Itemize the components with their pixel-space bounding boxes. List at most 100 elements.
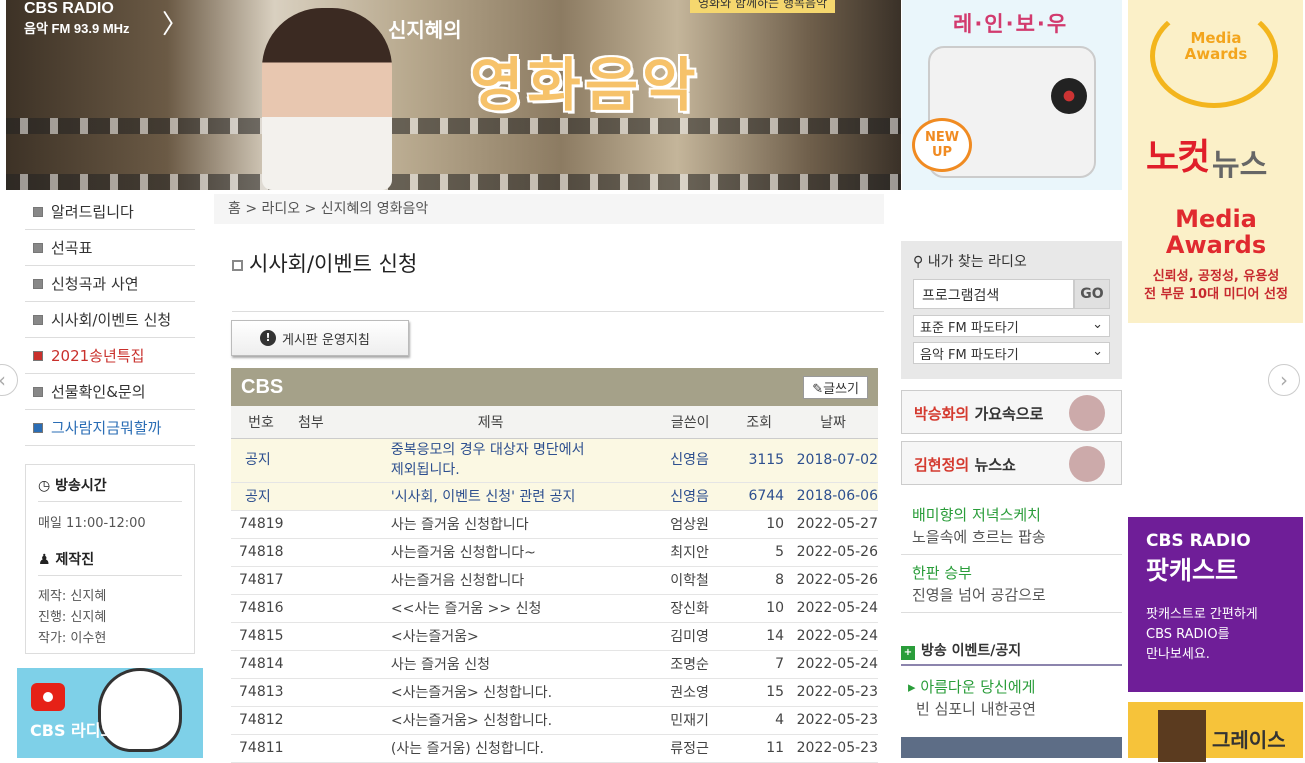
nav-item-gifts[interactable]: 선물확인&문의 [25,374,195,410]
row-date: 2022-05-26 [788,538,878,567]
nav-item-requests[interactable]: 신청곡과 사연 [25,266,195,302]
station-logo[interactable]: CBS RADIO 음악 FM 93.9 MHz [24,0,130,37]
bullet-icon [33,350,43,361]
row-num: 공지 [231,438,291,483]
event-title: ▸ 아름다운 당신에게 [908,676,1036,698]
broadcast-time-value: 매일 11:00-12:00 [38,516,146,531]
podcast-ad[interactable]: CBS RADIO 팟캐스트 팟캐스트로 간편하게 CBS RADIO를 만나보… [1128,517,1303,692]
row-title[interactable]: 중복응모의 경우 대상자 명단에서 제외됩니다. [330,438,651,483]
station-name: CBS RADIO [24,0,114,17]
awards-big-text: Media Awards [1165,205,1267,259]
chevron-right-icon[interactable]: › [1268,364,1300,396]
breadcrumb: 홈 > 라디오 > 신지혜의 영화음악 [214,194,884,224]
event-title-text: 아름다운 당신에게 [920,678,1036,696]
nav-item-notice[interactable]: 알려드립니다 [25,194,195,230]
row-title[interactable]: <사는즐거움> 신청합니다. [330,706,651,735]
divider [901,612,1122,613]
chevron-left-icon[interactable]: ‹ [0,364,18,396]
row-author: 엄상원 [650,510,731,539]
table-row[interactable]: 74815 <사는즐거움> 김미영 14 2022-05-24 [231,622,878,651]
nocut-brand: 노컷 [1146,137,1210,178]
board-guide-button[interactable]: ! 게시판 운영지침 [231,320,409,356]
board-guide-label: 게시판 운영지침 [282,332,370,348]
music-fm-select[interactable]: 음악 FM 파도타기 ⌄ [913,342,1110,364]
table-row[interactable]: 74813 <사는즐거움> 신청합니다. 권소영 15 2022-05-23 [231,678,878,707]
recommend-item[interactable]: 배미향의 저녁스케치 노을속에 흐르는 팝송 [912,504,1117,548]
event-notice-heading: + 방송 이벤트/공지 [901,636,1122,666]
podcast-ad-line: CBS RADIO를 [1146,627,1230,642]
recommend-item[interactable]: 한판 승부 진영을 넘어 공감으로 [912,562,1117,606]
nav-item-label: 선곡표 [51,239,93,257]
host-photo [262,8,392,190]
row-num: 74816 [231,594,291,623]
nav-item-wherenow[interactable]: 그사람지금뭐할까 [25,410,195,446]
column-header: 글쓴이 [650,406,731,439]
awards-sub-line: 신뢰성, 공정성, 유용성 [1152,269,1280,284]
new-up-badge: NEW UP [912,118,972,172]
nav-item-events[interactable]: 시사회/이벤트 신청 [25,302,195,338]
program-banner-gayo[interactable]: 박승화의 가요속으로 [901,390,1122,434]
nav-item-label: 그사람지금뭐할까 [51,419,162,437]
row-title[interactable]: <<사는 즐거움 >> 신청 [330,594,651,623]
write-button[interactable]: ✎글쓰기 [803,375,868,399]
row-author: 조명순 [650,650,731,679]
row-title[interactable]: 사는즐거음 신청합니다 [330,566,651,595]
left-nav: 알려드립니다 선곡표 신청곡과 사연 시사회/이벤트 신청 2021송년특집 선… [25,194,195,446]
notice-row[interactable]: 공지 '시사회, 이벤트 신청' 관련 공지 신영음 6744 2018-06-… [231,482,878,511]
recommend-title: 배미향의 저녁스케치 [912,506,1041,524]
host-photo [1069,395,1105,431]
table-row[interactable]: 74817 사는즐거음 신청합니다 이학철 8 2022-05-26 [231,566,878,595]
row-attach [290,622,331,651]
table-row[interactable]: 74819 사는 즐거움 신청합니다 엄상원 10 2022-05-27 [231,510,878,539]
radio-search-box: ⚲ 내가 찾는 라디오 프로그램검색 GO 표준 FM 파도타기 ⌄ 음악 FM … [901,241,1122,379]
chevron-down-icon: ⌄ [1092,317,1103,332]
row-attach [290,482,331,511]
row-views: 10 [730,594,789,623]
triangle-right-icon: ▸ [908,678,921,696]
event-image[interactable] [901,737,1122,758]
bullet-icon [33,242,43,253]
broadcast-info-box: ◷ 방송시간 매일 11:00-12:00 ♟ 제작진 제작: 신지혜 진행: … [25,464,195,654]
row-date: 2018-07-02 [788,438,878,483]
row-date: 2022-05-23 [788,678,878,707]
row-views: 10 [730,510,789,539]
row-title[interactable]: <사는즐거움> 신청합니다. [330,678,651,707]
program-search-input[interactable]: 프로그램검색 [913,279,1074,309]
row-title[interactable]: 사는 즐거움 신청 [330,650,651,679]
row-title[interactable]: '시사회, 이벤트 신청' 관련 공지 [330,482,651,511]
grace-ad-text: 그레이스 [1212,728,1286,752]
film-strip [6,118,901,134]
row-title[interactable]: 사는 즐거움 신청합니다 [330,510,651,539]
nav-item-yearend[interactable]: 2021송년특집 [25,338,195,374]
nocut-news-brand: 뉴스 [1212,148,1268,183]
staff-line: 작가: 이수현 [38,631,107,646]
program-host: 박승화의 [914,405,970,423]
standard-fm-select[interactable]: 표준 FM 파도타기 ⌄ [913,315,1110,337]
staff-heading: 제작진 [55,552,95,568]
nav-item-playlist[interactable]: 선곡표 [25,230,195,266]
search-row: 프로그램검색 GO [913,279,1110,309]
program-banner-news[interactable]: 김현정의 뉴스쇼 [901,441,1122,485]
grace-ad[interactable]: 그레이스 [1128,702,1303,762]
search-go-button[interactable]: GO [1074,279,1110,309]
recommend-sub: 진영을 넘어 공감으로 [912,586,1046,604]
plus-icon: + [901,646,915,660]
bullet-icon [33,386,43,397]
chevron-right-icon[interactable]: 〉 [162,4,188,41]
staff-line: 진행: 신지혜 [38,610,107,625]
row-title[interactable]: <사는즐거움> [330,622,651,651]
event-item[interactable]: ▸ 아름다운 당신에게 빈 심포니 내한공연 [908,676,1036,720]
table-row[interactable]: 74816 <<사는 즐거움 >> 신청 장신화 10 2022-05-24 [231,594,878,623]
notice-row[interactable]: 공지 중복응모의 경우 대상자 명단에서 제외됩니다. 신영음 3115 2018… [231,438,878,483]
row-date: 2018-06-06 [788,482,878,511]
table-row[interactable]: 74812 <사는즐거움> 신청합니다. 민재기 4 2022-05-23 [231,706,878,735]
pencil-icon: ✎ [812,381,824,397]
recommend-title: 한판 승부 [912,564,972,582]
program-host: 김현정의 [914,456,970,474]
table-row[interactable]: 74818 사는즐거움 신청합니다~ 최지안 5 2022-05-26 [231,538,878,567]
row-title[interactable]: 사는즐거움 신청합니다~ [330,538,651,567]
row-author: 신영음 [650,482,731,511]
info-icon: ! [260,330,276,346]
film-strip [6,174,901,190]
table-row[interactable]: 74814 사는 즐거움 신청 조명순 7 2022-05-24 [231,650,878,679]
